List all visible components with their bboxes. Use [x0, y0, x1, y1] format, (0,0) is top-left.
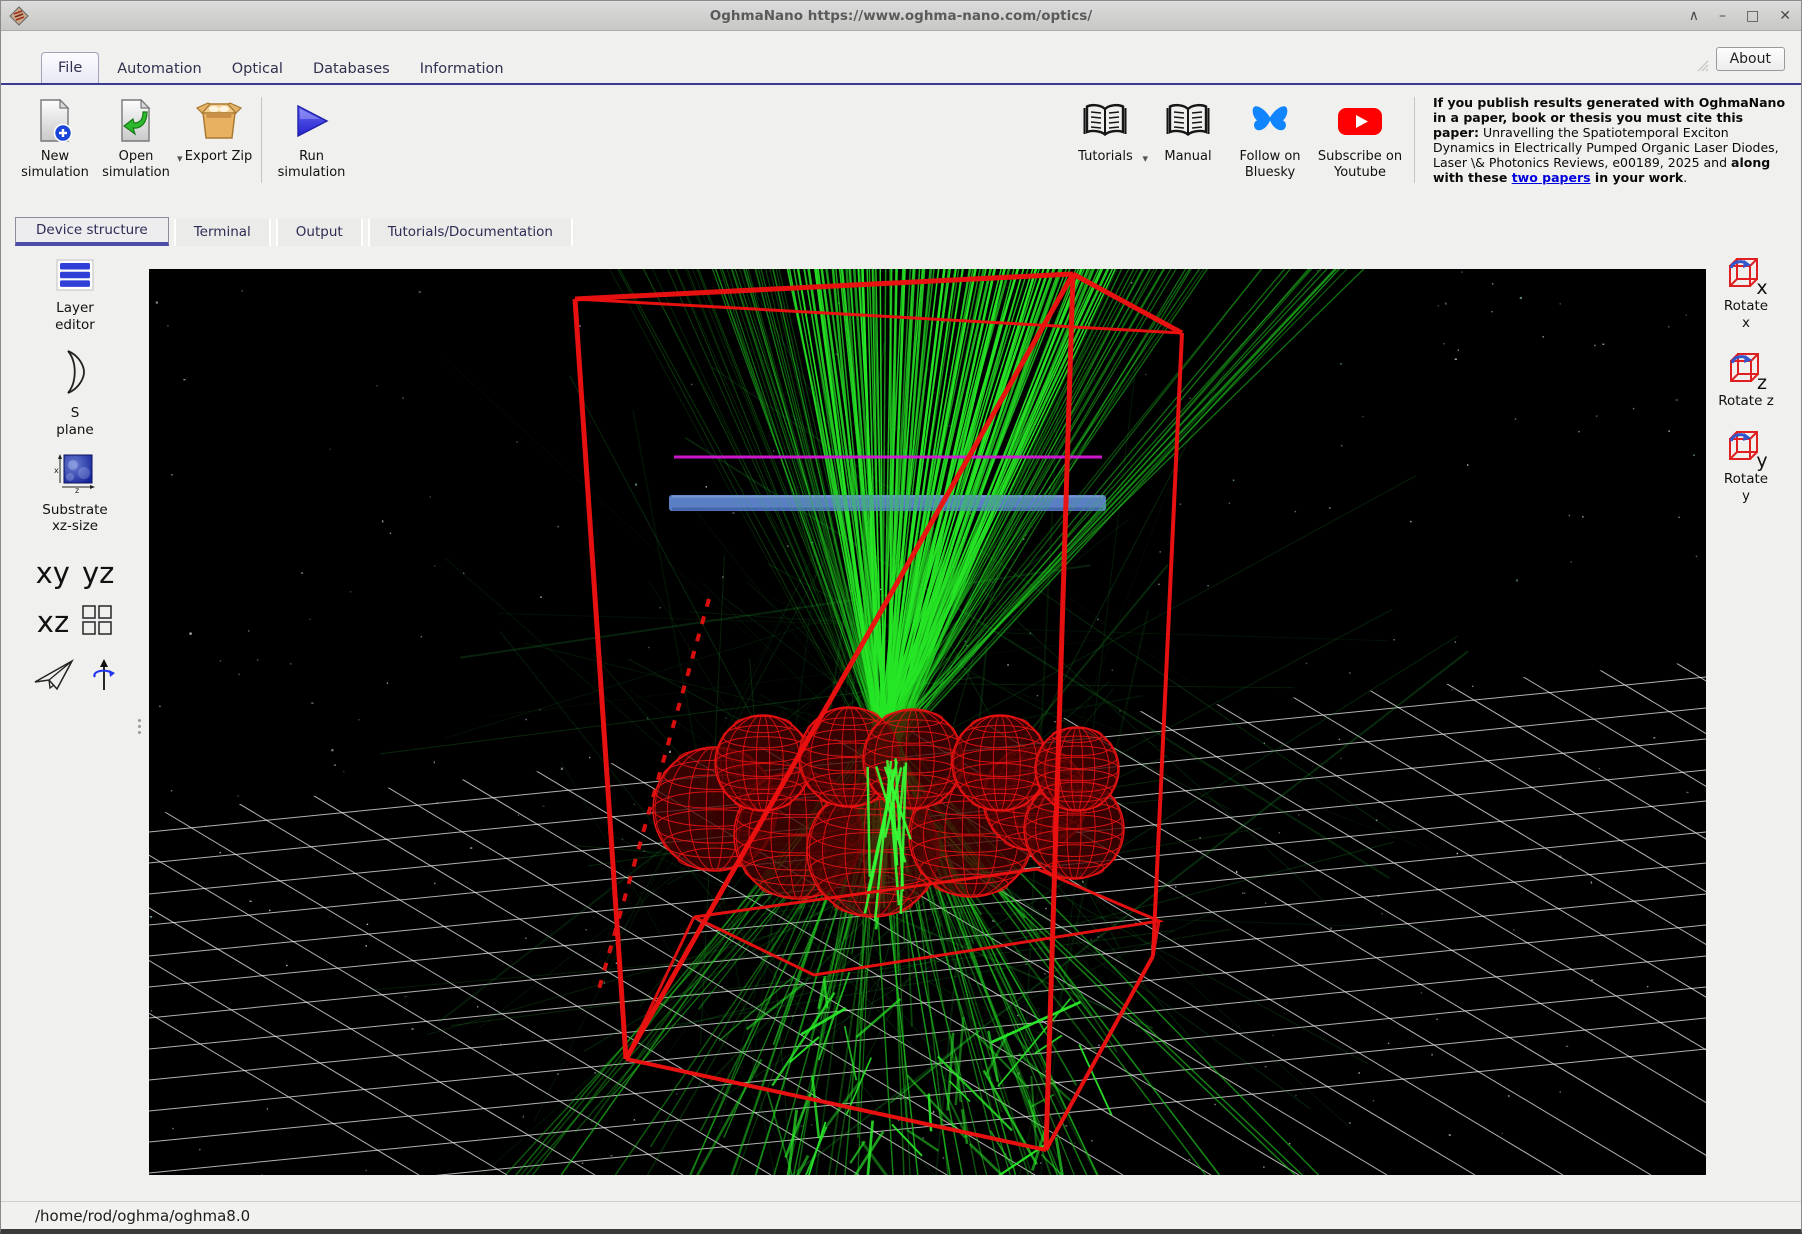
open-document-arrow-icon — [118, 97, 154, 145]
run-simulation-button[interactable]: Run simulation — [270, 95, 354, 180]
toolbar-separator — [1414, 97, 1415, 183]
paper-plane-icon[interactable] — [33, 659, 75, 695]
toolbar-separator — [261, 97, 262, 183]
resize-grip-icon — [1696, 57, 1709, 76]
rotate-cube-x-icon — [1724, 255, 1760, 295]
menu-tab-automation[interactable]: Automation — [105, 54, 213, 85]
rotate-cube-y-icon — [1724, 428, 1760, 468]
page-tab-strip: Device structure Terminal Output Tutoria… — [1, 193, 1801, 247]
3d-viewport[interactable] — [149, 269, 1706, 1175]
menu-bar: File Automation Optical Databases Inform… — [1, 31, 1801, 85]
tab-output[interactable]: Output — [276, 219, 363, 246]
tutorials-dropdown-caret-icon[interactable]: ▾ — [1142, 152, 1148, 165]
view-yz-button[interactable]: yz — [82, 559, 114, 588]
run-play-icon — [294, 97, 330, 145]
rotate-rail: x Rotate x z Rotate z y — [1706, 247, 1802, 1201]
status-path: /home/rod/oghma/oghma8.0 — [35, 1207, 250, 1225]
manual-button[interactable]: Manual — [1150, 95, 1226, 165]
maximize-button[interactable]: □ — [1746, 1, 1759, 31]
tab-device-structure[interactable]: Device structure — [15, 217, 169, 246]
menu-tab-optical[interactable]: Optical — [220, 54, 295, 85]
citation-text: If you publish results generated with Og… — [1433, 95, 1791, 185]
ribbon-toolbar: New simulation Open simulation ▾ Export … — [1, 85, 1801, 193]
export-zip-box-icon — [196, 97, 242, 145]
rotate-cube-z-icon — [1725, 350, 1761, 390]
export-zip-button[interactable]: Export Zip — [185, 95, 253, 165]
substrate-xz-size-button[interactable]: xz Substrate xz-size — [35, 453, 115, 536]
menu-tab-file[interactable]: File — [41, 52, 99, 85]
s-plane-button[interactable]: S plane — [50, 348, 100, 439]
rotate-z-button[interactable]: z Rotate z — [1714, 350, 1778, 410]
left-tool-rail: Layer editor S plane xz Substrate xz-siz… — [1, 247, 149, 1201]
youtube-icon — [1337, 97, 1383, 145]
layer-editor-button[interactable]: Layer editor — [47, 259, 103, 334]
open-dropdown-caret-icon[interactable]: ▾ — [177, 152, 183, 165]
manual-book-icon — [1166, 97, 1210, 145]
rotate-x-button[interactable]: x Rotate x — [1714, 255, 1778, 332]
pane-splitter-handle[interactable] — [135, 709, 143, 743]
svg-text:z: z — [75, 486, 79, 493]
title-bar: OghmaNano https://www.oghma-nano.com/opt… — [1, 1, 1801, 31]
bluesky-button[interactable]: Follow on Bluesky — [1226, 95, 1314, 180]
s-plane-lens-icon — [60, 348, 90, 400]
tab-tutorials-documentation[interactable]: Tutorials/Documentation — [368, 219, 573, 246]
view-xz-button[interactable]: xz — [37, 608, 69, 637]
svg-text:x: x — [54, 466, 59, 475]
two-papers-link[interactable]: two papers — [1512, 170, 1591, 185]
tab-terminal[interactable]: Terminal — [174, 219, 271, 246]
device-structure-page: Layer editor S plane xz Substrate xz-siz… — [1, 247, 1802, 1201]
youtube-button[interactable]: Subscribe on Youtube — [1314, 95, 1406, 180]
minimize-button[interactable]: – — [1719, 1, 1726, 31]
rotate-axis-icon[interactable] — [91, 658, 117, 696]
rotate-y-button[interactable]: y Rotate y — [1714, 428, 1778, 505]
tutorials-button[interactable]: Tutorials — [1068, 95, 1142, 165]
new-document-plus-icon — [37, 97, 73, 145]
new-simulation-button[interactable]: New simulation — [15, 95, 95, 180]
about-button[interactable]: About — [1716, 47, 1785, 71]
menu-tab-databases[interactable]: Databases — [301, 54, 402, 85]
grid-2x2-icon[interactable] — [81, 604, 113, 640]
menu-tab-information[interactable]: Information — [408, 54, 516, 85]
layer-editor-icon — [56, 259, 94, 295]
status-bar: /home/rod/oghma/oghma8.0 — [1, 1201, 1801, 1230]
open-simulation-button[interactable]: Open simulation — [95, 95, 177, 180]
substrate-image-icon: xz — [54, 453, 96, 497]
app-window: OghmaNano https://www.oghma-nano.com/opt… — [0, 0, 1802, 1234]
close-button[interactable]: ✕ — [1779, 1, 1791, 31]
app-icon — [9, 6, 29, 26]
tutorials-book-icon — [1083, 97, 1127, 145]
view-xy-button[interactable]: xy — [36, 559, 70, 588]
bluesky-butterfly-icon — [1250, 97, 1290, 145]
window-title: OghmaNano https://www.oghma-nano.com/opt… — [1, 8, 1801, 24]
shade-button[interactable]: ∧ — [1689, 1, 1699, 31]
